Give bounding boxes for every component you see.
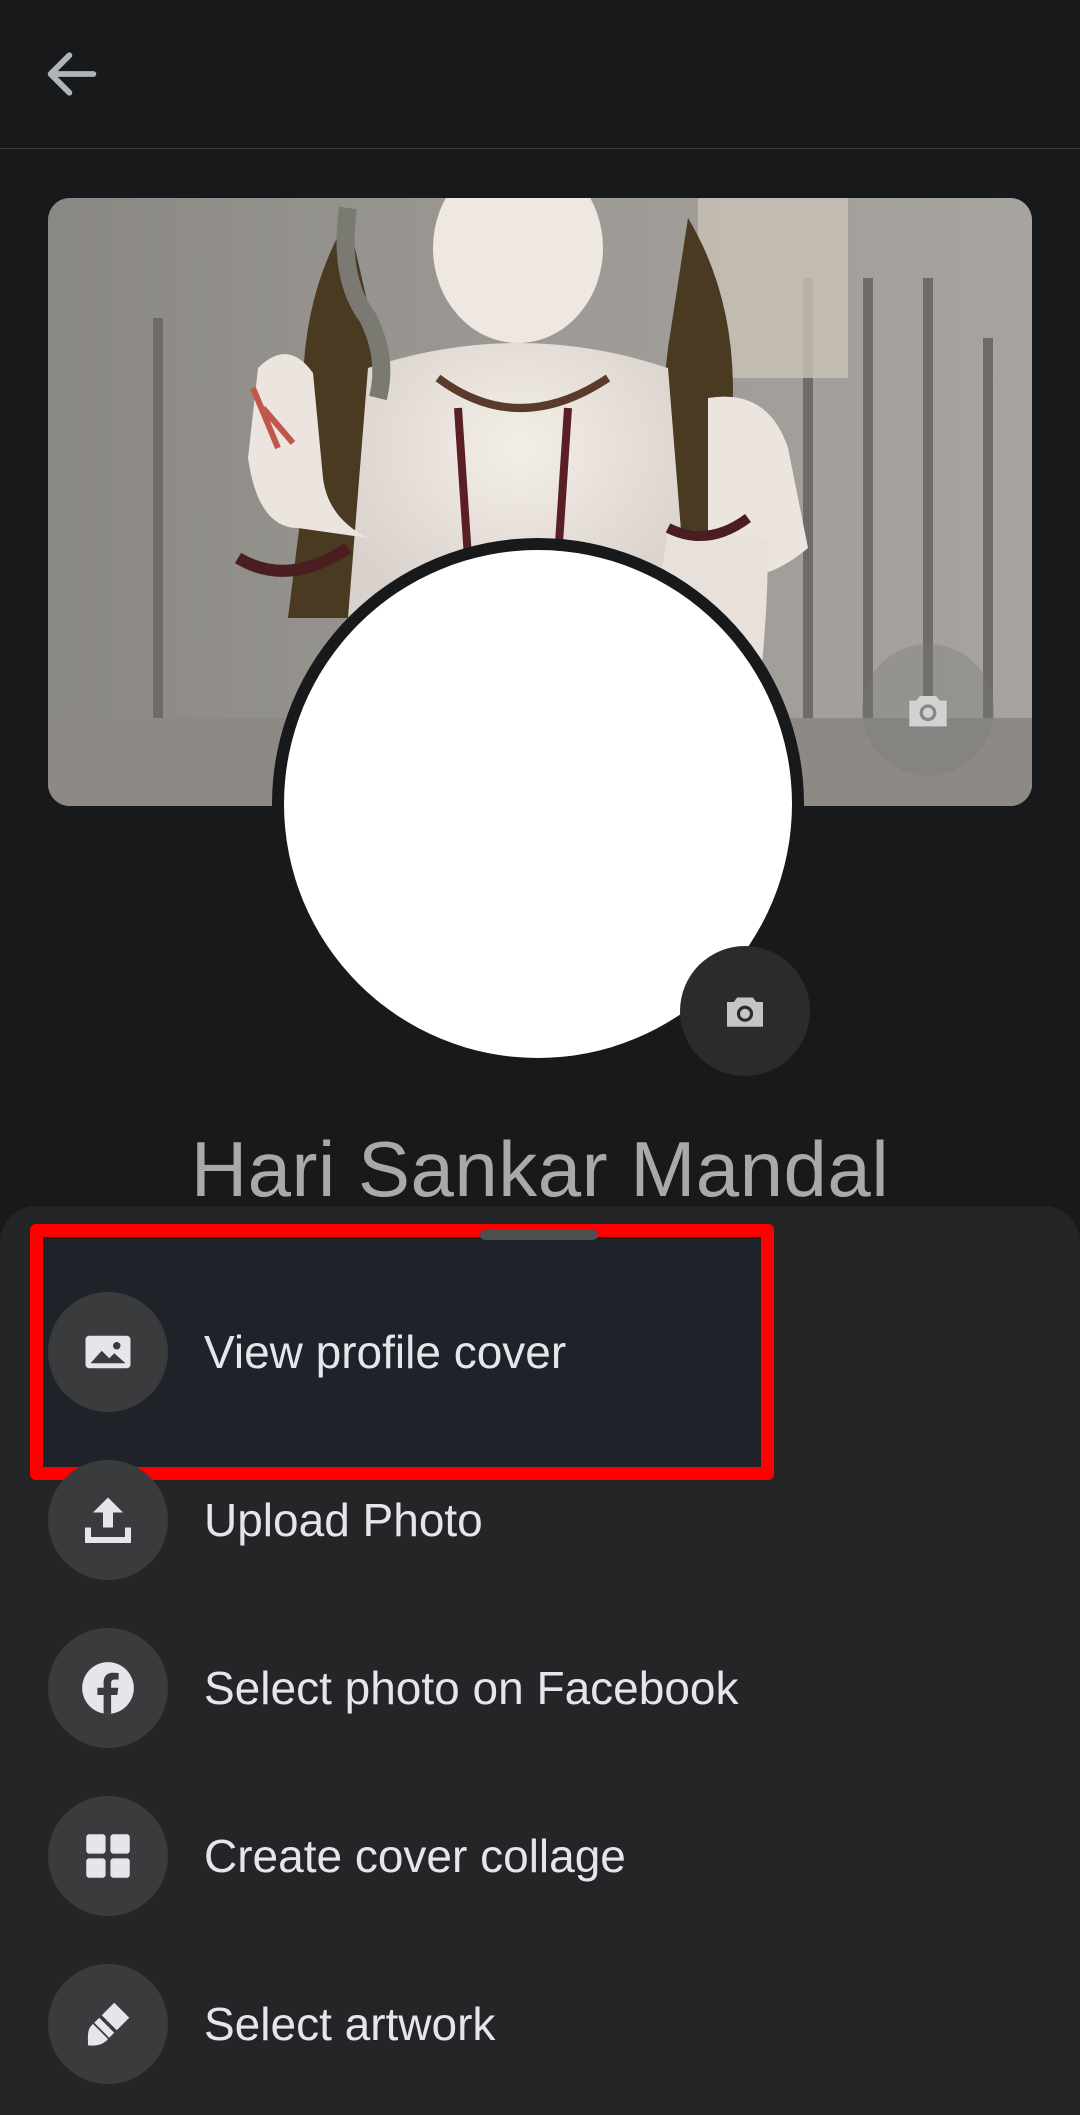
avatar-camera-button[interactable] (680, 946, 810, 1076)
select-artwork-item[interactable]: Select artwork (0, 1954, 1080, 2094)
arrow-left-icon (47, 52, 97, 96)
cover-camera-button[interactable] (862, 644, 994, 776)
select-artwork-icon-circle (48, 1964, 168, 2084)
upload-icon (85, 1497, 131, 1543)
back-button[interactable] (30, 36, 114, 112)
view-profile-cover-item[interactable]: View profile cover (0, 1282, 1080, 1422)
sheet-drag-handle[interactable] (480, 1230, 598, 1240)
facebook-icon (82, 1662, 134, 1714)
paintbrush-icon (87, 2002, 130, 2046)
select-photo-facebook-item[interactable]: Select photo on Facebook (0, 1618, 1080, 1758)
camera-icon (727, 997, 763, 1027)
select-artwork-label: Select artwork (204, 1998, 496, 2050)
top-app-bar (0, 0, 1080, 149)
image-icon (85, 1335, 131, 1369)
view-profile-cover-icon-circle (48, 1292, 168, 1412)
upload-photo-item[interactable]: Upload Photo (0, 1450, 1080, 1590)
create-cover-collage-label: Create cover collage (204, 1830, 626, 1882)
upload-photo-icon-circle (48, 1460, 168, 1580)
profile-name: Hari Sankar Mandal (190, 1125, 890, 1213)
view-profile-cover-label: View profile cover (204, 1326, 567, 1378)
grid-icon (86, 1834, 130, 1878)
create-cover-collage-icon-circle (48, 1796, 168, 1916)
upload-photo-label: Upload Photo (204, 1494, 483, 1546)
camera-icon (909, 696, 947, 727)
select-photo-facebook-label: Select photo on Facebook (204, 1662, 739, 1714)
select-photo-facebook-icon-circle (48, 1628, 168, 1748)
create-cover-collage-item[interactable]: Create cover collage (0, 1786, 1080, 1926)
